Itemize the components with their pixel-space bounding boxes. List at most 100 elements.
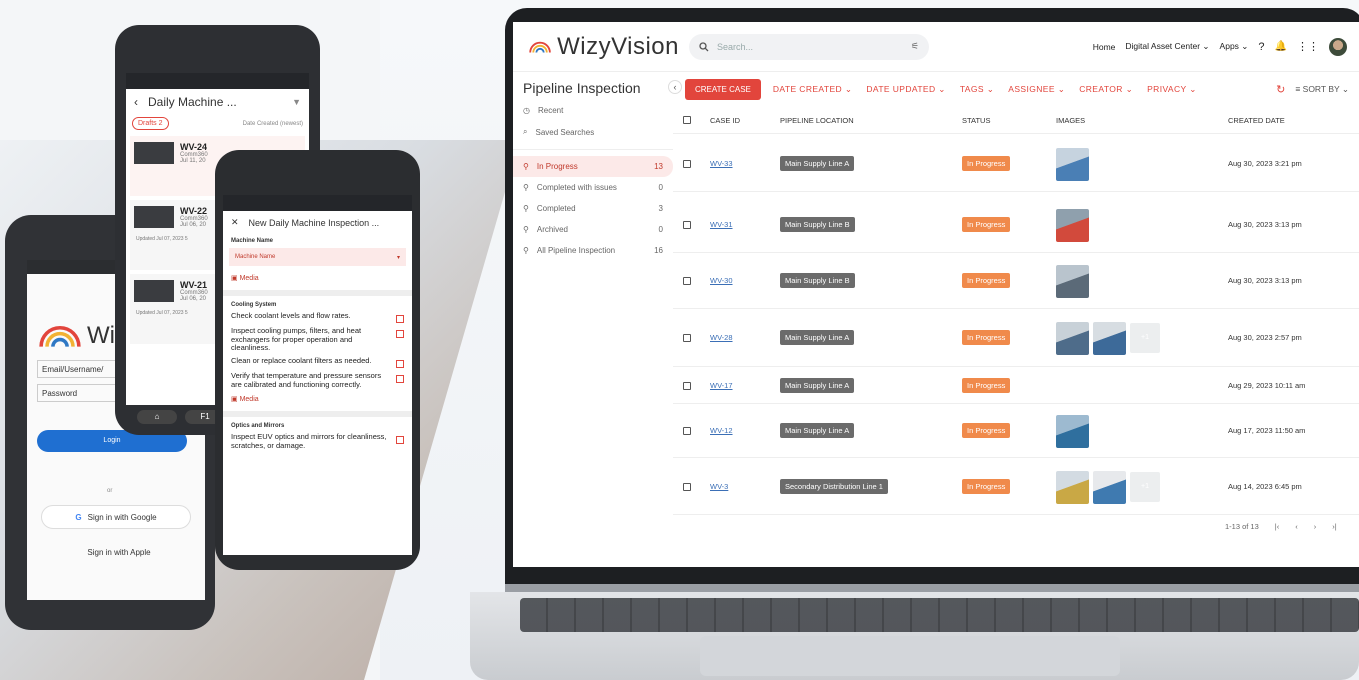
media-button[interactable]: ▣ Media: [223, 266, 412, 290]
help-icon[interactable]: ?: [1258, 41, 1264, 53]
created-date: Aug 30, 2023 2:57 pm: [1228, 333, 1302, 342]
brand-logo[interactable]: WizyVision: [529, 33, 679, 61]
checkbox[interactable]: [396, 374, 404, 383]
sidebar-title: Pipeline Inspection: [523, 80, 641, 96]
create-case-button[interactable]: CREATE CASE: [685, 78, 761, 100]
case-id-link[interactable]: WV-28: [710, 333, 733, 342]
row-checkbox[interactable]: [683, 334, 691, 342]
case-id-link[interactable]: WV-30: [710, 276, 733, 285]
case-id-link[interactable]: WV-31: [710, 220, 733, 229]
sidebar-link-recent[interactable]: ◷ Recent: [513, 100, 673, 121]
nav-apps[interactable]: Apps ⌄: [1220, 41, 1249, 52]
col-case-id[interactable]: CASE ID: [710, 116, 740, 125]
row-checkbox[interactable]: [683, 381, 691, 390]
filter-icon[interactable]: ▼: [292, 97, 301, 107]
filter-privacy[interactable]: PRIVACY ⌄: [1147, 84, 1197, 95]
case-id-link[interactable]: WV-3: [710, 482, 728, 491]
collapse-sidebar-button[interactable]: ‹: [668, 80, 682, 94]
checkbox[interactable]: [396, 315, 404, 323]
checklist-item[interactable]: Verify that temperature and pressure sen…: [223, 370, 412, 391]
row-checkbox[interactable]: [683, 277, 691, 285]
last-page-icon[interactable]: ›|: [1332, 522, 1336, 531]
select-all-checkbox[interactable]: [683, 116, 691, 124]
case-image-thumbnail[interactable]: [1056, 322, 1089, 355]
filter-assignee[interactable]: ASSIGNEE ⌄: [1008, 84, 1065, 95]
checklist-item[interactable]: Inspect EUV optics and mirrors for clean…: [223, 431, 412, 452]
filter-creator[interactable]: CREATOR ⌄: [1079, 84, 1133, 95]
apps-grid-icon[interactable]: ⋮⋮: [1297, 40, 1319, 53]
sidebar-item-in-progress[interactable]: ⚲ In Progress 13: [513, 156, 673, 177]
sidebar-item-count: 0: [658, 183, 663, 192]
item-thumbnail: [134, 206, 174, 228]
sidebar-item-archived[interactable]: ⚲ Archived 0: [513, 219, 673, 240]
filter-date-created[interactable]: DATE CREATED ⌄: [773, 84, 852, 95]
case-id-link[interactable]: WV-17: [710, 381, 733, 390]
apple-signin-button[interactable]: Sign in with Apple: [41, 540, 191, 564]
login-brand: Wiz: [37, 322, 127, 350]
google-signin-button[interactable]: G Sign in with Google: [41, 505, 191, 529]
case-id-link[interactable]: WV-12: [710, 426, 733, 435]
table-row[interactable]: WV-12 Main Supply Line A In Progress Aug 17…: [673, 404, 1359, 458]
media-button[interactable]: ▣ Media: [223, 391, 412, 407]
nav-digital-asset-center[interactable]: Digital Asset Center ⌄: [1125, 41, 1209, 52]
checklist-text: Clean or replace coolant filters as need…: [231, 355, 372, 365]
table-row[interactable]: WV-30 Main Supply Line B In Progress Aug 30…: [673, 253, 1359, 309]
case-id-link[interactable]: WV-33: [710, 159, 733, 168]
back-icon[interactable]: ‹: [134, 95, 138, 109]
case-image-thumbnail[interactable]: [1056, 265, 1089, 298]
drafts-chip[interactable]: Drafts 2: [132, 117, 169, 130]
nav-home[interactable]: Home: [1093, 42, 1116, 52]
checklist-item[interactable]: Check coolant levels and flow rates.: [223, 310, 412, 325]
sidebar-link-saved-searches[interactable]: ⌕ Saved Searches: [513, 121, 673, 143]
table-row[interactable]: WV-3 Secondary Distribution Line 1 In Prog…: [673, 458, 1359, 515]
case-image-thumbnail[interactable]: [1093, 470, 1126, 504]
row-checkbox[interactable]: [683, 159, 691, 168]
avatar[interactable]: [1329, 37, 1347, 56]
table-row[interactable]: WV-28 Main Supply Line A In Progress +1 Aug …: [673, 309, 1359, 367]
checklist-item[interactable]: Clean or replace coolant filters as need…: [223, 355, 412, 370]
more-images-count[interactable]: +1: [1130, 471, 1160, 502]
case-image-thumbnail[interactable]: [1056, 470, 1089, 504]
first-page-icon[interactable]: |‹: [1275, 522, 1279, 531]
col-images[interactable]: IMAGES: [1056, 116, 1085, 125]
col-pipeline-location[interactable]: PIPELINE LOCATION: [780, 116, 854, 125]
col-created-date[interactable]: CREATED DATE: [1228, 116, 1285, 125]
table-row[interactable]: WV-33 Main Supply Line A In Progress Aug 30…: [673, 135, 1359, 192]
case-image-thumbnail[interactable]: [1056, 147, 1089, 181]
sidebar-item-all[interactable]: ⚲ All Pipeline Inspection 16: [513, 240, 673, 261]
checkbox[interactable]: [396, 359, 404, 368]
bell-icon[interactable]: 🔔: [1275, 41, 1287, 52]
prev-page-icon[interactable]: ‹: [1295, 522, 1298, 531]
row-checkbox[interactable]: [683, 220, 691, 229]
checkbox[interactable]: [396, 436, 404, 445]
status-badge: In Progress: [962, 155, 1011, 171]
more-images-count[interactable]: +1: [1130, 323, 1160, 353]
checklist-item[interactable]: Inspect cooling pumps, filters, and heat…: [223, 325, 412, 355]
case-image-thumbnail[interactable]: [1056, 208, 1089, 242]
home-key[interactable]: ⌂: [137, 410, 177, 424]
row-checkbox[interactable]: [683, 482, 691, 491]
case-image-thumbnail[interactable]: [1093, 322, 1126, 355]
next-page-icon[interactable]: ›: [1314, 522, 1317, 531]
case-image-thumbnail[interactable]: [1056, 415, 1089, 448]
table-row[interactable]: WV-17 Main Supply Line A In Progress Aug 29…: [673, 367, 1359, 404]
col-status[interactable]: STATUS: [962, 116, 990, 125]
row-checkbox[interactable]: [683, 427, 691, 435]
created-date: Aug 30, 2023 3:21 pm: [1228, 158, 1302, 168]
search-bar[interactable]: Search... ⚟: [689, 33, 929, 60]
checkbox[interactable]: [396, 330, 404, 338]
sidebar-item-completed-with-issues[interactable]: ⚲ Completed with issues 0: [513, 177, 673, 198]
filter-tags[interactable]: TAGS ⌄: [960, 84, 994, 95]
search-input[interactable]: Search...: [717, 42, 911, 52]
machine-name-select[interactable]: Machine Name ▾: [229, 248, 406, 266]
sort-label[interactable]: Date Created (newest): [243, 121, 303, 127]
sidebar-item-completed[interactable]: ⚲ Completed 3: [513, 198, 673, 219]
table-row[interactable]: WV-31 Main Supply Line B In Progress Aug 30…: [673, 196, 1359, 253]
refresh-icon[interactable]: ↻: [1276, 83, 1285, 96]
close-icon[interactable]: ✕: [231, 217, 239, 228]
sort-by-button[interactable]: ≡ SORT BY ⌄: [1295, 84, 1349, 95]
filter-date-updated[interactable]: DATE UPDATED ⌄: [866, 84, 945, 95]
filter-sliders-icon[interactable]: ⚟: [911, 41, 919, 52]
apple-label: Sign in with Apple: [87, 547, 151, 557]
nav-apps-label: Apps: [1219, 41, 1239, 51]
